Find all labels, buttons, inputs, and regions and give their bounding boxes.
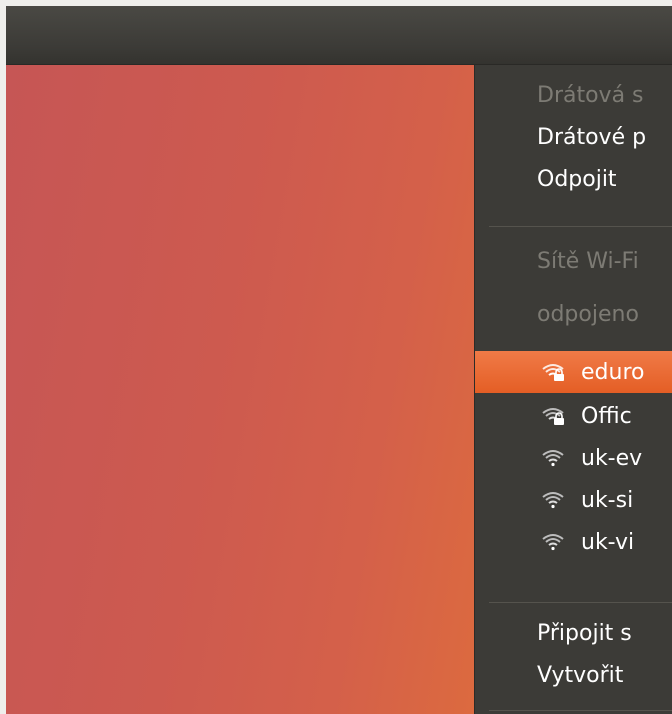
wifi-secure-icon xyxy=(542,408,564,425)
network-menu: Drátová s Drátové p Odpojit Sítě Wi-Fi o… xyxy=(474,65,672,714)
wifi-icon xyxy=(542,534,564,551)
desktop-background xyxy=(6,65,474,714)
connect-hidden-label: Připojit s xyxy=(537,620,632,646)
wifi-network-label: uk-ev xyxy=(581,445,643,471)
disconnect-label: Odpojit xyxy=(537,166,617,192)
wired-network-label: Drátové p xyxy=(537,124,647,150)
wifi-network-label: Offic xyxy=(581,403,632,429)
wifi-header-label: Sítě Wi-Fi xyxy=(537,248,639,274)
wifi-network-item[interactable]: Offic xyxy=(475,395,672,437)
menu-separator xyxy=(489,226,672,227)
wifi-network-label: eduro xyxy=(581,359,645,385)
screen: Drátová s Drátové p Odpojit Sítě Wi-Fi o… xyxy=(6,6,672,714)
wifi-icon xyxy=(542,450,564,467)
top-panel xyxy=(6,6,672,65)
wifi-status-item: odpojeno xyxy=(475,293,672,335)
wifi-section-header: Sítě Wi-Fi xyxy=(475,240,672,282)
menu-separator xyxy=(489,602,672,603)
wired-network-item[interactable]: Drátové p xyxy=(475,116,672,158)
wired-section-header: Drátová s xyxy=(475,74,672,116)
menu-separator xyxy=(489,710,672,711)
wifi-network-label: uk-si xyxy=(581,487,634,513)
wifi-network-item[interactable]: eduro xyxy=(475,351,672,393)
wifi-status-label: odpojeno xyxy=(537,301,639,327)
wifi-network-label: uk-vi xyxy=(581,529,635,555)
wifi-network-item[interactable]: uk-vi xyxy=(475,521,672,563)
wifi-secure-icon xyxy=(542,364,564,381)
connect-hidden-network-item[interactable]: Připojit s xyxy=(475,612,672,654)
wifi-network-item[interactable]: uk-si xyxy=(475,479,672,521)
disconnect-item[interactable]: Odpojit xyxy=(475,158,672,200)
wired-header-label: Drátová s xyxy=(537,82,644,108)
create-new-network-item[interactable]: Vytvořit xyxy=(475,654,672,696)
wifi-network-item[interactable]: uk-ev xyxy=(475,437,672,479)
wifi-icon xyxy=(542,492,564,509)
create-new-label: Vytvořit xyxy=(537,662,624,688)
